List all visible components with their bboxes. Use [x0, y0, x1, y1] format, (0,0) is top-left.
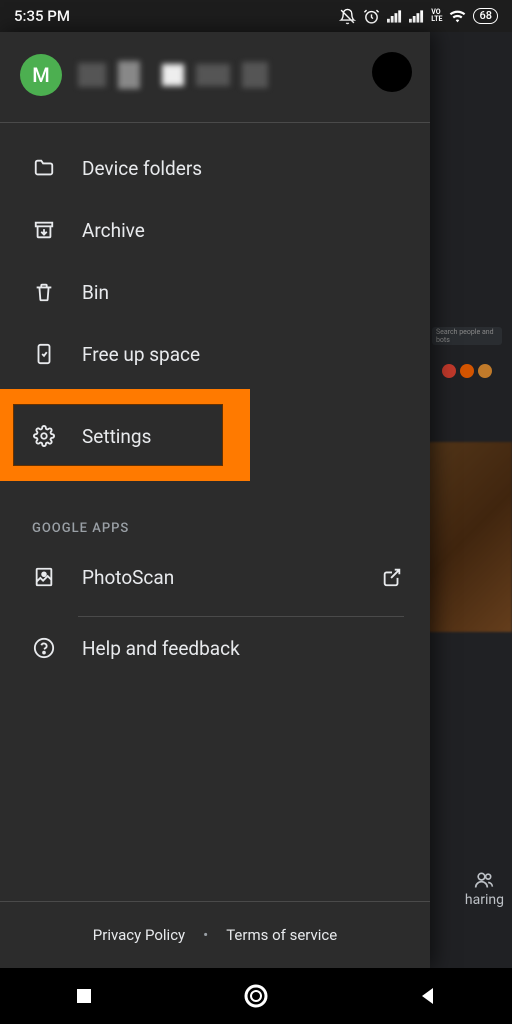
free-space-icon — [32, 342, 56, 366]
signal-icon-2 — [409, 9, 424, 23]
bg-story-dots — [442, 364, 492, 378]
status-icons: VO LTE 68 — [339, 8, 498, 25]
menu-item-bin[interactable]: Bin — [0, 261, 430, 323]
drawer-footer: Privacy Policy • Terms of service — [0, 901, 430, 968]
avatar-initial: M — [32, 63, 50, 87]
separator-dot: • — [203, 926, 208, 944]
avatar[interactable]: M — [20, 54, 62, 96]
menu-item-label: Free up space — [82, 343, 200, 366]
external-link-icon — [380, 565, 404, 589]
section-header-google-apps: GOOGLE APPS — [0, 501, 430, 546]
nav-back-button[interactable] — [418, 986, 438, 1006]
menu-item-label: PhotoScan — [82, 566, 174, 589]
menu-item-settings[interactable]: Settings — [0, 405, 430, 467]
navigation-drawer: M Device folders Archive — [0, 32, 430, 968]
menu-item-label: Archive — [82, 219, 145, 242]
menu-item-free-up-space[interactable]: Free up space — [0, 323, 430, 385]
nav-home-button[interactable] — [243, 983, 269, 1009]
volte-icon: VO LTE — [431, 9, 442, 23]
account-switch-icon[interactable] — [372, 52, 412, 92]
drawer-header[interactable]: M — [0, 32, 430, 122]
menu-item-help-feedback[interactable]: Help and feedback — [0, 617, 430, 679]
menu-item-archive[interactable]: Archive — [0, 199, 430, 261]
bg-sharing-tab: haring — [465, 870, 504, 908]
gear-icon — [32, 424, 56, 448]
drawer-menu: Device folders Archive Bin Free up space — [0, 129, 430, 901]
battery-indicator: 68 — [473, 8, 498, 24]
status-bar: 5:35 PM VO LTE 68 — [0, 0, 512, 32]
wifi-icon — [449, 9, 466, 23]
bg-search-hint: Search people and bots — [432, 327, 502, 345]
archive-icon — [32, 218, 56, 242]
bg-photo-thumbnail — [422, 442, 512, 632]
signal-icon — [387, 9, 402, 23]
privacy-policy-link[interactable]: Privacy Policy — [93, 926, 185, 944]
nav-recents-button[interactable] — [74, 986, 94, 1006]
divider — [0, 122, 430, 123]
menu-item-label: Device folders — [82, 157, 202, 180]
menu-item-device-folders[interactable]: Device folders — [0, 137, 430, 199]
folder-icon — [32, 156, 56, 180]
photoscan-icon — [32, 565, 56, 589]
menu-item-label: Settings — [82, 425, 151, 448]
help-icon — [32, 636, 56, 660]
trash-icon — [32, 280, 56, 304]
system-navigation-bar — [0, 968, 512, 1024]
status-time: 5:35 PM — [14, 7, 70, 25]
dnd-icon — [339, 8, 356, 25]
menu-item-label: Bin — [82, 281, 109, 304]
menu-item-photoscan[interactable]: PhotoScan — [0, 546, 430, 608]
menu-item-label: Help and feedback — [82, 637, 240, 660]
alarm-icon — [363, 8, 380, 25]
account-name-redacted — [78, 55, 410, 95]
terms-of-service-link[interactable]: Terms of service — [226, 926, 337, 944]
